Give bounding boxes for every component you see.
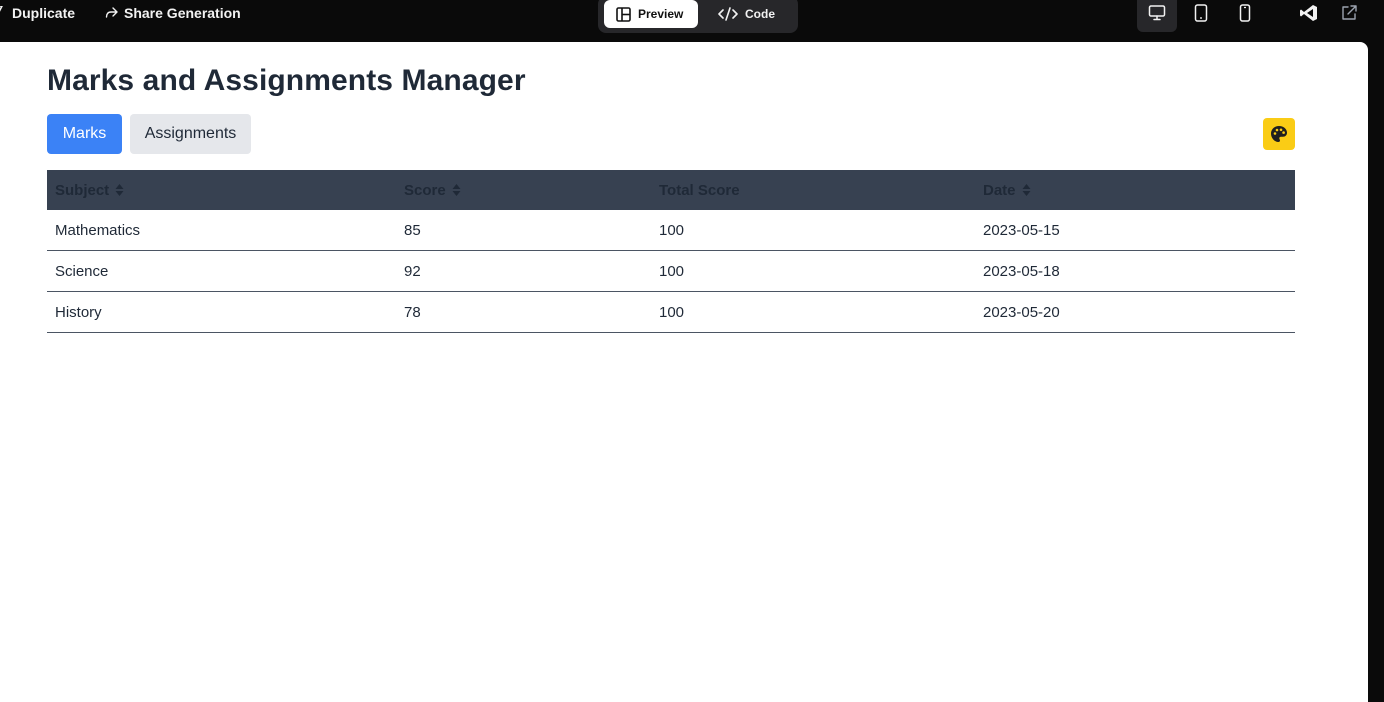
layout-icon [616, 6, 631, 22]
share-icon [105, 7, 118, 18]
desktop-view-button[interactable] [1137, 0, 1177, 32]
table-row: History 78 100 2023-05-20 [47, 292, 1295, 333]
monitor-icon [1148, 5, 1166, 21]
sort-icon [452, 184, 461, 196]
phone-icon [1239, 4, 1251, 22]
column-header-label: Score [404, 181, 446, 199]
column-header-label: Subject [55, 181, 110, 199]
column-header-date[interactable]: Date [975, 170, 1295, 210]
top-toolbar: Duplicate Share Generation Preview Code [0, 0, 1384, 42]
table-row: Mathematics 85 100 2023-05-15 [47, 210, 1295, 251]
column-header-total-score: Total Score [651, 170, 975, 210]
cell-total-score: 100 [659, 221, 685, 239]
tab-assignments[interactable]: Assignments [130, 114, 251, 154]
column-header-label: Date [983, 181, 1016, 199]
sort-icon [1022, 184, 1031, 196]
code-icon [718, 7, 738, 21]
column-header-score[interactable]: Score [396, 170, 651, 210]
preview-frame: Marks and Assignments Manager Marks Assi… [0, 42, 1368, 702]
column-header-label: Total Score [659, 181, 740, 199]
palette-icon [1271, 126, 1287, 142]
sort-icon [115, 184, 124, 196]
duplicate-icon [0, 6, 3, 12]
vscode-button[interactable] [1289, 0, 1329, 32]
cell-subject: History [55, 303, 102, 321]
tablet-view-button[interactable] [1181, 0, 1221, 32]
vscode-icon [1300, 5, 1317, 21]
code-tab[interactable]: Code [706, 0, 792, 28]
cell-score: 85 [404, 221, 421, 239]
view-toggle: Preview Code [598, 0, 798, 33]
cell-date: 2023-05-18 [983, 262, 1060, 280]
cell-total-score: 100 [659, 262, 685, 280]
table-row: Science 92 100 2023-05-18 [47, 251, 1295, 292]
marks-table: Subject Score Total Score Date Mathemati… [47, 170, 1295, 333]
cell-date: 2023-05-15 [983, 221, 1060, 239]
duplicate-button[interactable]: Duplicate [0, 3, 75, 23]
cell-date: 2023-05-20 [983, 303, 1060, 321]
external-link-icon [1342, 5, 1357, 20]
mobile-view-button[interactable] [1225, 0, 1265, 32]
tab-marks[interactable]: Marks [47, 114, 122, 154]
cell-subject: Mathematics [55, 221, 141, 239]
preview-tab[interactable]: Preview [604, 0, 698, 28]
preview-label: Preview [638, 7, 684, 21]
duplicate-label: Duplicate [12, 5, 76, 21]
code-label: Code [745, 7, 775, 21]
column-header-subject[interactable]: Subject [47, 170, 396, 210]
share-generation-button[interactable]: Share Generation [105, 3, 241, 23]
theme-toggle-button[interactable] [1263, 118, 1295, 150]
cell-total-score: 100 [659, 303, 685, 321]
page-title: Marks and Assignments Manager [47, 64, 526, 97]
share-generation-label: Share Generation [124, 5, 241, 21]
open-external-button[interactable] [1329, 0, 1369, 32]
cell-score: 78 [404, 303, 421, 321]
cell-subject: Science [55, 262, 109, 280]
table-header: Subject Score Total Score Date [47, 170, 1295, 210]
tablet-icon [1194, 4, 1208, 22]
scrollbar-track [1368, 42, 1384, 680]
cell-score: 92 [404, 262, 421, 280]
